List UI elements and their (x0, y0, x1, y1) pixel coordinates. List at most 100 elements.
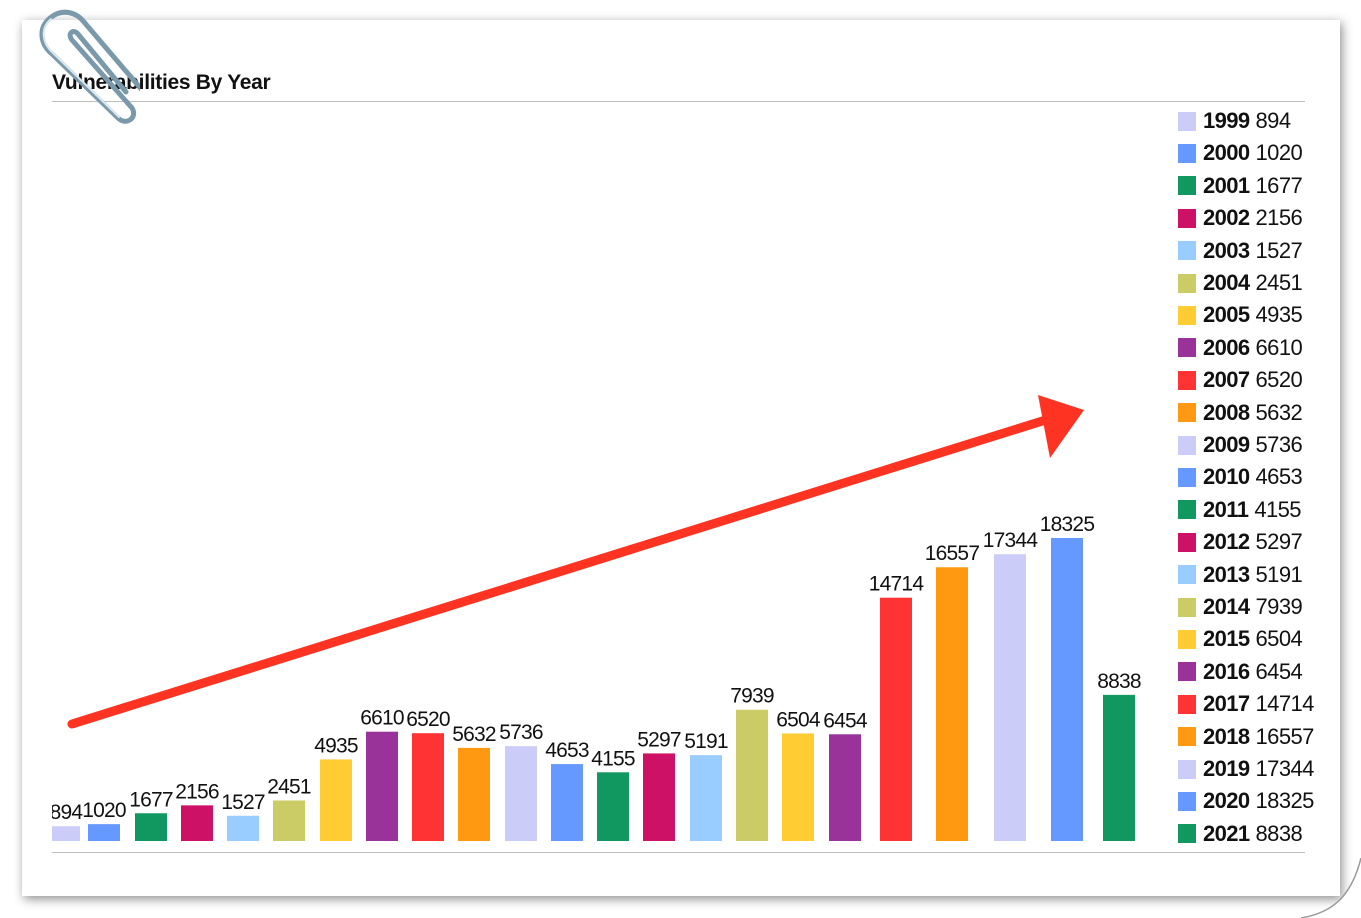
data-label-2009: 5736 (499, 721, 543, 744)
legend-value: 8838 (1255, 820, 1303, 846)
legend-item-2013: 2013 5191 (1178, 561, 1303, 589)
data-label-2012: 5297 (637, 728, 681, 751)
legend-item-2011: 2011 4155 (1178, 496, 1301, 524)
legend-value: 4935 (1255, 302, 1303, 328)
legend-year: 2011 (1203, 496, 1249, 522)
legend-year: 2012 (1203, 529, 1250, 555)
legend-year: 2016 (1203, 658, 1250, 684)
legend-swatch (1178, 629, 1196, 649)
legend-item-2000: 2000 1020 (1178, 139, 1303, 167)
legend-swatch (1178, 241, 1196, 261)
legend-swatch (1178, 759, 1196, 779)
legend-item-2019: 2019 17344 (1178, 755, 1314, 783)
bar-2020 (1051, 538, 1083, 841)
legend-swatch (1178, 694, 1196, 714)
legend-item-2021: 2021 8838 (1178, 820, 1303, 848)
bar-chart: 894 1020 1677 2156 1527245149356610 65205632 5… (50, 395, 1142, 841)
legend-year: 2015 (1203, 626, 1250, 652)
legend-value: 4653 (1255, 464, 1303, 490)
legend-swatch (1178, 500, 1196, 520)
legend-year: 2013 (1203, 561, 1250, 587)
legend-year: 2017 (1203, 691, 1250, 717)
legend-swatch (1178, 273, 1196, 293)
data-label-1999: 894 (50, 801, 84, 824)
legend-year: 2014 (1203, 594, 1250, 619)
legend-item-2015: 2015 6504 (1178, 625, 1303, 653)
legend-swatch (1178, 532, 1196, 552)
data-label-2015: 6504 (776, 708, 821, 731)
bar-2021 (1103, 694, 1135, 841)
legend-swatch (1178, 435, 1196, 455)
legend-value: 1020 (1255, 140, 1303, 166)
paperclip-icon (39, 9, 140, 124)
data-label-2002: 2156 (175, 780, 219, 803)
data-label-2008: 5632 (452, 723, 496, 746)
legend-year: 2002 (1203, 205, 1250, 231)
legend-value: 2451 (1255, 270, 1303, 295)
legend-year: 2004 (1203, 270, 1250, 295)
bar-2007 (412, 733, 444, 841)
legend-item-2014: 2014 7939 (1178, 593, 1303, 621)
legend-swatch (1178, 403, 1196, 423)
legend-year: 2008 (1203, 399, 1250, 425)
legend-year: 2005 (1203, 302, 1250, 328)
legend-value: 4155 (1254, 496, 1301, 522)
legend-item-2010: 2010 4653 (1178, 463, 1303, 491)
legend-item-2002: 2002 2156 (1178, 204, 1303, 232)
bar-2013 (690, 755, 722, 841)
bar-2000 (88, 824, 120, 841)
legend-swatch (1178, 662, 1196, 682)
legend-item-2003: 2003 1527 (1178, 237, 1303, 265)
data-label-2019: 17344 (983, 529, 1039, 552)
legend-swatch (1178, 143, 1196, 163)
legend-item-2016: 2016 6454 (1178, 658, 1303, 686)
bar-2003 (227, 815, 259, 841)
legend-item-2007: 2007 6520 (1178, 366, 1303, 394)
bar-2008 (458, 747, 490, 841)
bar-2016 (829, 734, 861, 841)
legend-swatch (1178, 824, 1196, 844)
bar-2019 (994, 554, 1026, 841)
legend-year: 2009 (1203, 432, 1250, 457)
legend-value: 6504 (1255, 626, 1303, 652)
legend-value: 5297 (1255, 529, 1303, 555)
legend-year: 2021 (1203, 820, 1250, 846)
legend-swatch (1178, 176, 1196, 196)
legend-swatch (1178, 565, 1196, 585)
data-label-2017: 14714 (869, 573, 925, 596)
data-label-2016: 6454 (823, 709, 868, 732)
legend-value: 16557 (1255, 723, 1315, 749)
legend-item-2009: 2009 5736 (1178, 431, 1303, 459)
legend-value: 1677 (1255, 172, 1303, 198)
legend-value: 2156 (1255, 205, 1303, 231)
legend-year: 2019 (1203, 756, 1250, 781)
data-label-2013: 5191 (684, 730, 728, 753)
legend-item-2017: 2017 14714 (1178, 690, 1314, 718)
legend-value: 17344 (1255, 756, 1315, 781)
bar-2014 (736, 709, 768, 841)
legend-year: 1999 (1203, 108, 1250, 133)
bar-2018 (936, 567, 968, 841)
data-label-2004: 2451 (267, 775, 311, 798)
legend-item-2006: 2006 6610 (1178, 334, 1303, 362)
bar-2015 (782, 733, 814, 841)
legend-value: 5191 (1255, 561, 1303, 587)
data-label-2014: 7939 (730, 685, 774, 708)
bar-2005 (320, 759, 352, 841)
legend-item-2008: 2008 5632 (1178, 399, 1303, 427)
legend-swatch (1178, 111, 1196, 131)
data-label-2003: 1527 (221, 791, 265, 814)
data-label-2007: 6520 (406, 708, 450, 731)
legend-value: 5736 (1255, 432, 1303, 457)
legend-item-2005: 2005 4935 (1178, 301, 1303, 329)
legend-item-2020: 2020 18325 (1178, 787, 1314, 815)
bar-2002 (181, 805, 213, 841)
bar-2001 (135, 813, 167, 841)
legend-year: 2001 (1203, 172, 1250, 198)
legend-year: 2003 (1203, 237, 1250, 263)
legend-value: 1527 (1255, 237, 1303, 263)
legend-value: 894 (1255, 108, 1292, 133)
bar-2006 (366, 731, 398, 841)
data-label-2006: 6610 (360, 707, 404, 730)
legend-year: 2020 (1203, 788, 1250, 814)
